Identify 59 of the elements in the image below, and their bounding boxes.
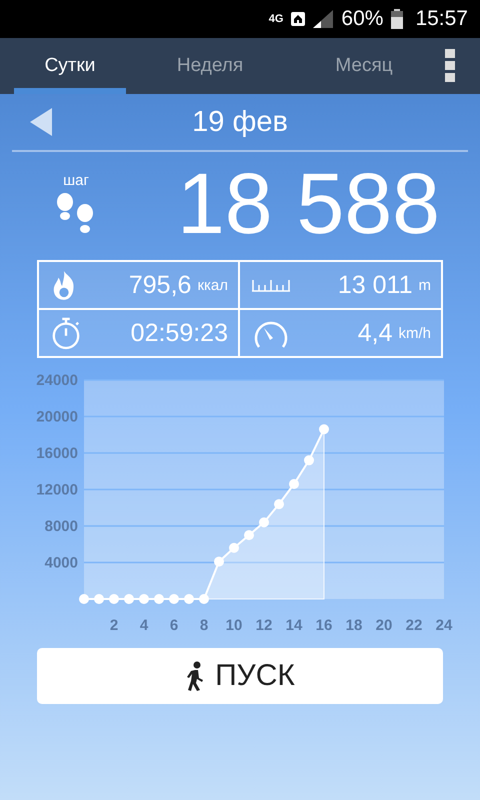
stat-value: 02:59:23 (130, 318, 228, 348)
steps-unit: шаг (63, 172, 89, 188)
data-point (229, 542, 239, 553)
start-button[interactable]: ПУСК (37, 648, 443, 704)
data-point (124, 594, 134, 604)
x-tick-label: 20 (376, 617, 392, 633)
tab[interactable]: Месяц (294, 38, 434, 94)
x-tick-label: 4 (140, 617, 148, 633)
data-point (244, 530, 254, 540)
stat-value: 13 011 (338, 270, 412, 300)
stat-value: 795,6 (128, 270, 192, 300)
x-tick-label: 16 (316, 617, 332, 633)
data-point (109, 594, 119, 604)
data-point (274, 499, 284, 510)
data-point (319, 424, 329, 434)
walking-person-icon (185, 661, 206, 691)
network-type: 4G (268, 13, 284, 25)
x-tick-label: 12 (256, 617, 272, 633)
data-point (214, 556, 224, 567)
x-tick-label: 8 (200, 617, 208, 633)
clock: 15:57 (415, 7, 468, 31)
data-point (289, 479, 299, 490)
data-point (94, 594, 104, 604)
data-point (259, 517, 269, 528)
data-point (184, 594, 194, 604)
data-point (199, 594, 209, 604)
menu-icon[interactable] (445, 49, 455, 83)
battery-level: 60% (341, 7, 384, 31)
stat-unit: m (418, 276, 431, 294)
stat-value: 4,4 (358, 318, 392, 348)
home-icon (291, 12, 306, 26)
x-tick-label: 18 (346, 617, 362, 633)
x-tick-label: 6 (170, 617, 178, 633)
ruler-icon (252, 278, 290, 292)
y-tick-label: 8000 (44, 518, 78, 535)
back-arrow-icon[interactable] (30, 108, 52, 136)
x-tick-label: 22 (406, 617, 422, 633)
data-point (154, 594, 164, 604)
y-tick-label: 4000 (44, 554, 78, 572)
x-tick-label: 14 (286, 617, 302, 633)
stopwatch-icon (51, 316, 81, 350)
tab[interactable]: Неделя (140, 38, 280, 94)
step-count: 18 588 (176, 161, 440, 247)
y-tick-label: 24000 (36, 372, 78, 389)
date-label: 19 фев (191, 106, 289, 138)
x-tick-label: 10 (226, 617, 242, 633)
data-point (169, 594, 179, 604)
y-tick-label: 12000 (36, 482, 78, 498)
data-point (79, 594, 89, 604)
signal-icon (313, 10, 334, 28)
x-tick-label: 24 (436, 617, 452, 633)
battery-icon (391, 9, 404, 29)
stat-unit: km/h (398, 324, 431, 342)
y-tick-label: 20000 (36, 408, 78, 426)
x-tick-label: 2 (110, 617, 118, 633)
data-point (139, 594, 149, 604)
data-point (304, 455, 314, 466)
stat-unit: ккал (197, 276, 228, 294)
y-tick-label: 16000 (36, 445, 78, 462)
